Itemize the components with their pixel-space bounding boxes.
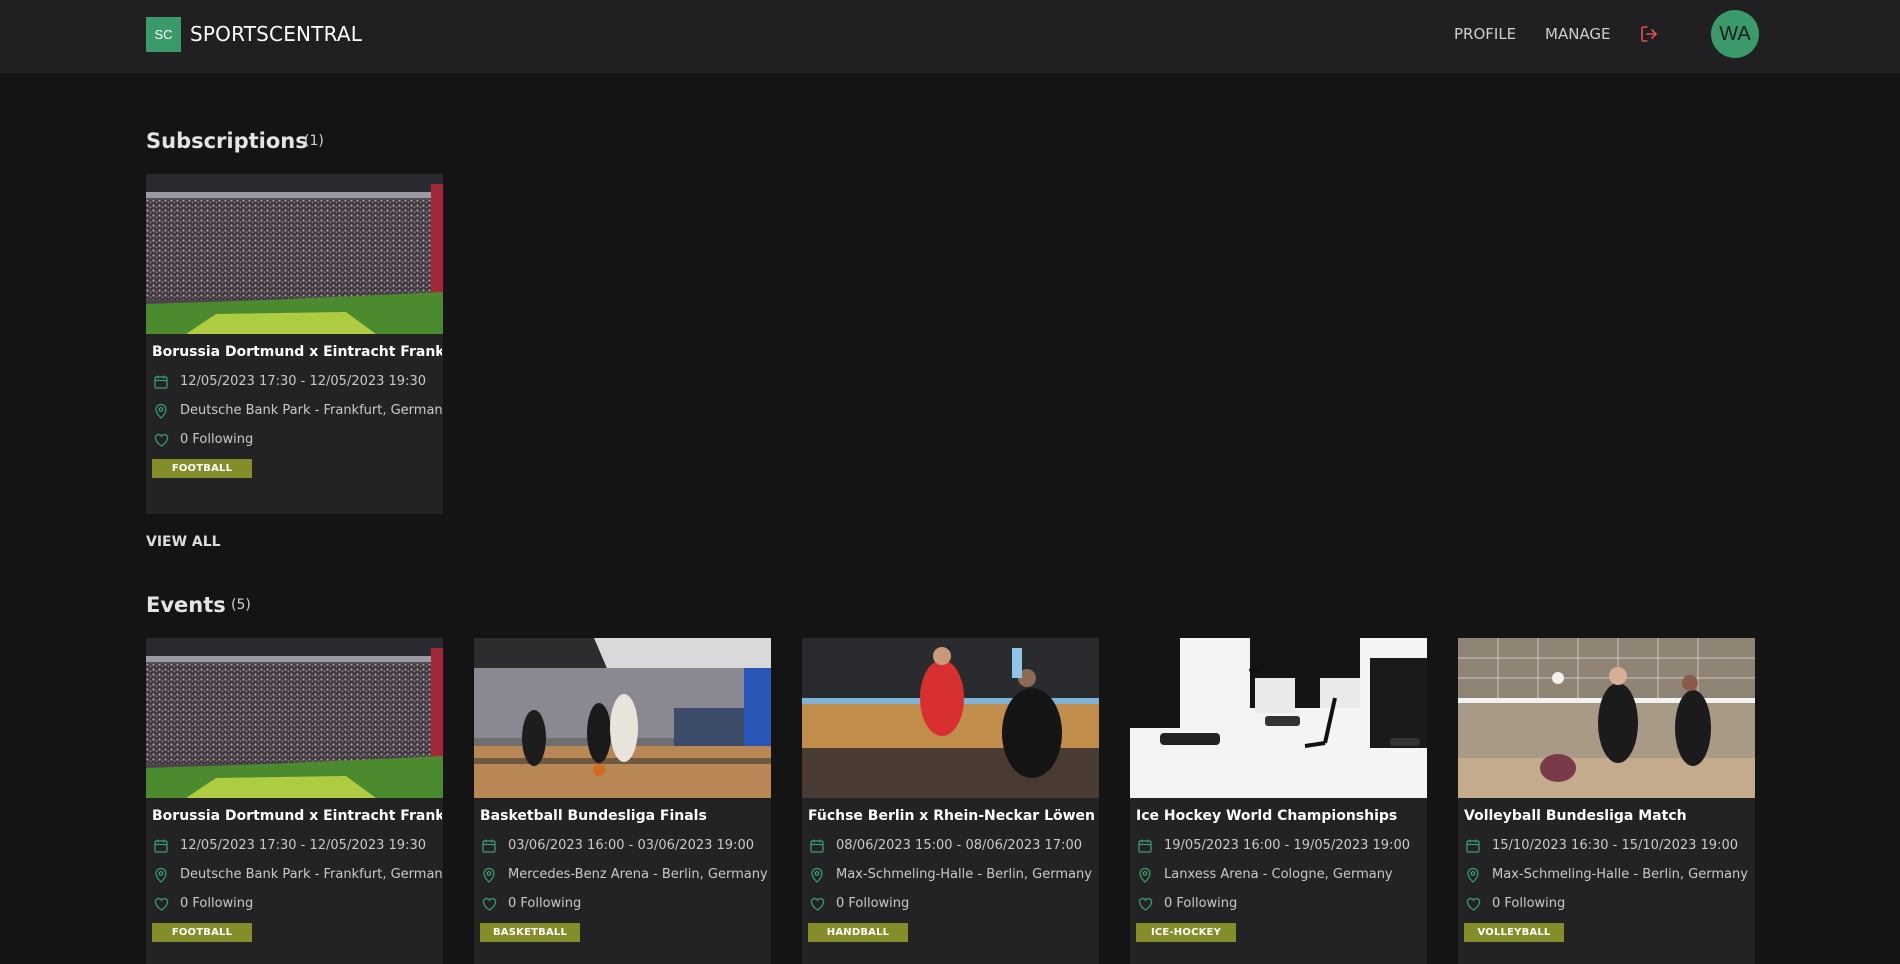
event-card[interactable]: Ice Hockey World Championships 19/05/202… [1130, 638, 1427, 964]
stadium-crowd-photo [146, 638, 443, 798]
event-date: 03/06/2023 16:00 - 03/06/2023 19:00 [508, 838, 755, 853]
event-location-row: Mercedes-Benz Arena - Berlin, Germany [480, 865, 768, 885]
event-location-row: Deutsche Bank Park - Frankfurt, Germany [152, 865, 443, 885]
sport-badge: HANDBALL [808, 923, 908, 942]
event-location-row: Max-Schmeling-Halle - Berlin, Germany [808, 865, 1092, 885]
event-location: Max-Schmeling-Halle - Berlin, Germany [1492, 867, 1748, 882]
heart-icon[interactable] [480, 895, 498, 913]
event-following-count: 0 Following [1492, 896, 1566, 911]
event-card[interactable]: Borussia Dortmund x Eintracht Frankfurt … [146, 638, 443, 964]
volleyball-game-photo [1458, 638, 1755, 798]
event-title: Borussia Dortmund x Eintracht Frankfurt [152, 344, 442, 360]
logout-icon[interactable] [1639, 24, 1659, 44]
event-location: Mercedes-Benz Arena - Berlin, Germany [508, 867, 768, 882]
event-following-row[interactable]: 0 Following [152, 430, 253, 450]
event-title: Füchse Berlin x Rhein-Neckar Löwen [808, 808, 1096, 824]
location-pin-icon [480, 866, 498, 884]
heart-icon[interactable] [1464, 895, 1482, 913]
heart-icon[interactable] [808, 895, 826, 913]
heart-icon[interactable] [152, 431, 170, 449]
nav-manage-link[interactable]: MANAGE [1545, 24, 1611, 44]
event-title: Basketball Bundesliga Finals [480, 808, 707, 824]
sport-badge: BASKETBALL [480, 923, 580, 942]
calendar-icon [1464, 837, 1482, 855]
event-date-row: 08/06/2023 15:00 - 08/06/2023 17:00 [808, 836, 1082, 856]
event-location-row: Deutsche Bank Park - Frankfurt, Germany [152, 401, 443, 421]
event-following-count: 0 Following [508, 896, 582, 911]
event-following-count: 0 Following [180, 432, 254, 447]
calendar-icon [152, 837, 170, 855]
stadium-crowd-photo [146, 174, 443, 334]
event-following-row[interactable]: 0 Following [480, 894, 581, 914]
event-following-count: 0 Following [836, 896, 910, 911]
calendar-icon [152, 373, 170, 391]
event-following-row[interactable]: 0 Following [152, 894, 253, 914]
sport-badge: ICE-HOCKEY [1136, 923, 1236, 942]
event-date: 12/05/2023 17:30 - 12/05/2023 19:30 [180, 374, 427, 389]
event-card[interactable]: Basketball Bundesliga Finals 03/06/2023 … [474, 638, 771, 964]
event-title: Volleyball Bundesliga Match [1464, 808, 1687, 824]
event-following-row[interactable]: 0 Following [808, 894, 909, 914]
event-date: 08/06/2023 15:00 - 08/06/2023 17:00 [836, 838, 1083, 853]
event-date: 15/10/2023 16:30 - 15/10/2023 19:00 [1492, 838, 1739, 853]
sport-badge: FOOTBALL [152, 459, 252, 478]
event-location: Deutsche Bank Park - Frankfurt, Germany [180, 867, 443, 882]
event-location: Deutsche Bank Park - Frankfurt, Germany [180, 403, 443, 418]
event-date-row: 12/05/2023 17:30 - 12/05/2023 19:30 [152, 372, 426, 392]
event-date-row: 12/05/2023 17:30 - 12/05/2023 19:30 [152, 836, 426, 856]
calendar-icon [480, 837, 498, 855]
event-date-row: 03/06/2023 16:00 - 03/06/2023 19:00 [480, 836, 754, 856]
event-following-row[interactable]: 0 Following [1136, 894, 1237, 914]
calendar-icon [808, 837, 826, 855]
calendar-icon [1136, 837, 1154, 855]
location-pin-icon [1464, 866, 1482, 884]
event-following-count: 0 Following [1164, 896, 1238, 911]
event-date-row: 19/05/2023 16:00 - 19/05/2023 19:00 [1136, 836, 1410, 856]
handball-game-photo [802, 638, 1099, 798]
sport-badge: FOOTBALL [152, 923, 252, 942]
top-navbar: SC SPORTSCENTRAL PROFILE MANAGE WA [0, 0, 1900, 74]
heart-icon[interactable] [152, 895, 170, 913]
subscriptions-count: (1) [304, 133, 324, 149]
event-date: 12/05/2023 17:30 - 12/05/2023 19:30 [180, 838, 427, 853]
location-pin-icon [152, 866, 170, 884]
sport-badge: VOLLEYBALL [1464, 923, 1564, 942]
user-avatar[interactable]: WA [1711, 10, 1759, 58]
location-pin-icon [152, 402, 170, 420]
subscriptions-heading: Subscriptions [146, 129, 308, 153]
event-date-row: 15/10/2023 16:30 - 15/10/2023 19:00 [1464, 836, 1738, 856]
event-date: 19/05/2023 16:00 - 19/05/2023 19:00 [1164, 838, 1411, 853]
view-all-link[interactable]: VIEW ALL [146, 532, 221, 552]
event-location: Max-Schmeling-Halle - Berlin, Germany [836, 867, 1092, 882]
location-pin-icon [1136, 866, 1154, 884]
event-following-count: 0 Following [180, 896, 254, 911]
event-location-row: Lanxess Arena - Cologne, Germany [1136, 865, 1393, 885]
subscription-event-card[interactable]: Borussia Dortmund x Eintracht Frankfurt … [146, 174, 443, 514]
event-title: Borussia Dortmund x Eintracht Frankfurt [152, 808, 442, 824]
event-location: Lanxess Arena - Cologne, Germany [1164, 867, 1393, 882]
location-pin-icon [808, 866, 826, 884]
event-location-row: Max-Schmeling-Halle - Berlin, Germany [1464, 865, 1748, 885]
heart-icon[interactable] [1136, 895, 1154, 913]
events-heading: Events [146, 593, 226, 617]
event-card[interactable]: Füchse Berlin x Rhein-Neckar Löwen 08/06… [802, 638, 1099, 964]
event-following-row[interactable]: 0 Following [1464, 894, 1565, 914]
basketball-game-photo [474, 638, 771, 798]
ice-hockey-photo [1130, 638, 1427, 798]
logo-icon[interactable]: SC [146, 17, 181, 52]
nav-profile-link[interactable]: PROFILE [1454, 24, 1516, 44]
events-count: (5) [231, 597, 251, 613]
event-card[interactable]: Volleyball Bundesliga Match 15/10/2023 1… [1458, 638, 1755, 964]
event-title: Ice Hockey World Championships [1136, 808, 1398, 824]
brand-name[interactable]: SPORTSCENTRAL [190, 21, 362, 47]
